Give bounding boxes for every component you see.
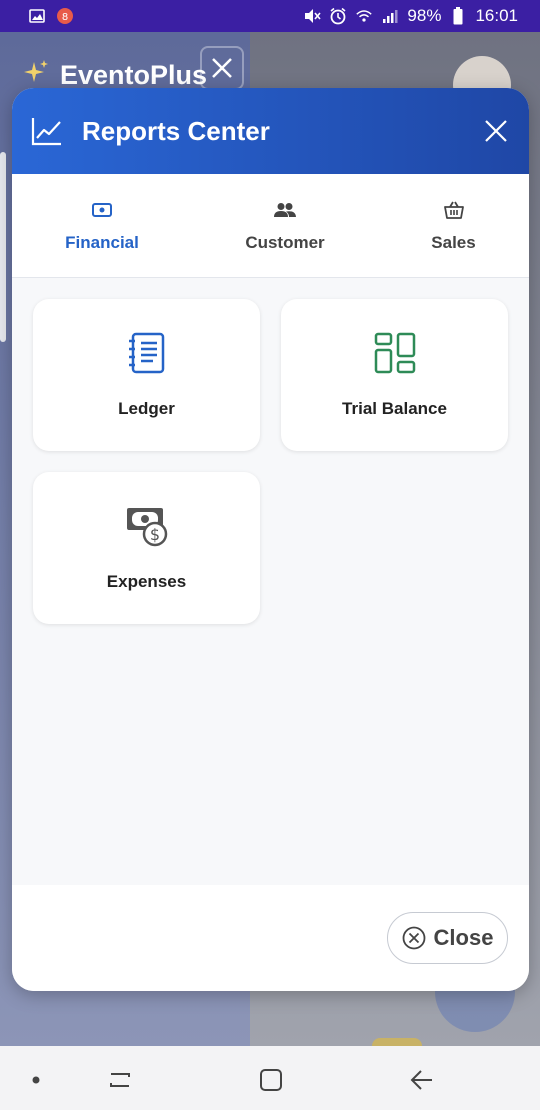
brand-logo: EventoPlus [60, 60, 208, 90]
status-right: 98% 16:01 [303, 6, 518, 26]
ledger-icon [125, 331, 169, 375]
circle-close-icon [402, 926, 426, 950]
cash-dollar-icon: $ [125, 504, 169, 548]
card-label: Trial Balance [342, 399, 447, 418]
report-card-expenses[interactable]: $ Expenses [33, 472, 260, 624]
svg-text:$: $ [149, 525, 159, 544]
home-icon[interactable] [257, 1066, 285, 1094]
image-icon [28, 7, 46, 25]
reports-modal: Reports Center Financial Customer Sales [12, 88, 529, 991]
basket-icon [443, 199, 465, 221]
sparkle-icon [22, 58, 50, 86]
mute-icon [303, 7, 322, 25]
signal-icon [381, 7, 399, 25]
close-icon[interactable] [481, 116, 511, 146]
background-close-icon [200, 46, 244, 90]
battery-icon [449, 7, 467, 25]
wifi-icon [355, 7, 373, 25]
report-card-trial-balance[interactable]: Trial Balance [281, 299, 508, 451]
card-label: Ledger [118, 399, 175, 418]
tab-customer[interactable]: Customer [192, 174, 378, 278]
money-icon [91, 199, 113, 221]
dot-icon[interactable] [22, 1066, 50, 1094]
tab-sales[interactable]: Sales [378, 174, 529, 278]
recents-icon[interactable] [106, 1066, 134, 1094]
svg-text:8: 8 [62, 12, 68, 23]
card-label: Expenses [106, 572, 187, 591]
modal-header: Reports Center [12, 88, 529, 174]
status-left: 8 [28, 7, 74, 25]
reports-grid: Ledger Trial Balance $ Expenses [12, 278, 529, 885]
navigation-bar [0, 1046, 540, 1110]
report-card-ledger[interactable]: Ledger [33, 299, 260, 451]
close-button[interactable]: Close [387, 912, 508, 964]
chart-line-icon [30, 114, 64, 148]
tab-label: Sales [431, 233, 476, 252]
battery-percent: 98% [407, 6, 442, 25]
background-card-edge [0, 152, 6, 342]
status-bar: 8 98% 16:01 [0, 0, 540, 32]
notification-icon: 8 [56, 7, 74, 25]
users-icon [274, 199, 296, 221]
grid-layout-icon [373, 331, 417, 375]
tab-label: Customer [245, 233, 325, 252]
report-tabs: Financial Customer Sales [12, 174, 529, 353]
back-icon[interactable] [408, 1066, 436, 1094]
alarm-icon [329, 7, 347, 25]
tab-label: Financial [65, 233, 139, 252]
clock: 16:01 [475, 6, 518, 25]
modal-footer: Close [12, 885, 529, 991]
close-button-label: Close [433, 925, 494, 950]
modal-title: Reports Center [82, 115, 270, 146]
background-pill [372, 1038, 422, 1046]
tab-financial[interactable]: Financial [12, 174, 192, 278]
